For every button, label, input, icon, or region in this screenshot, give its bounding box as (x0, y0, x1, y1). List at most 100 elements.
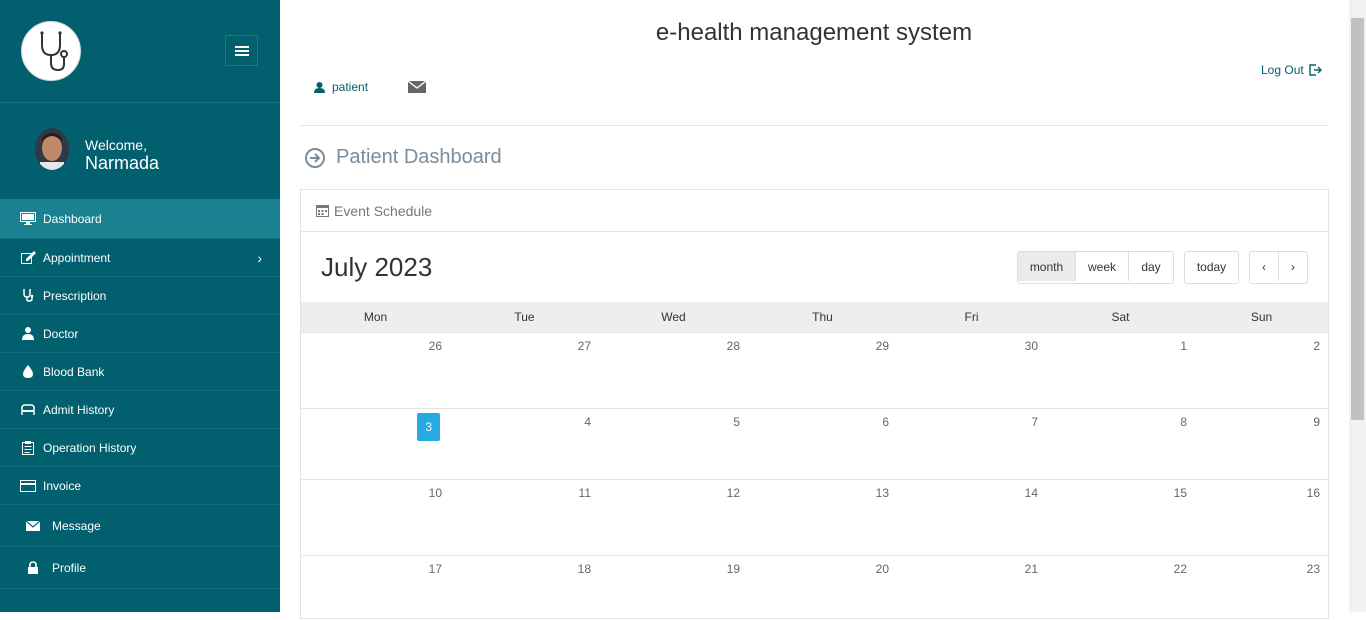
sidebar-item-invoice[interactable]: Invoice (0, 467, 280, 505)
calendar-day-cell[interactable]: 5 (599, 409, 748, 480)
today-group: today (1184, 251, 1239, 284)
user-menu-link[interactable]: patient (314, 80, 368, 94)
calendar-day-cell[interactable]: 15 (1046, 480, 1195, 556)
sidebar-item-message[interactable]: Message (0, 505, 280, 547)
calendar-icon (316, 205, 329, 217)
calendar-day-cell[interactable]: 8 (1046, 409, 1195, 480)
sidebar-item-label: Dashboard (43, 211, 102, 226)
drop-icon (19, 365, 37, 379)
sidebar-item-label: Admit History (43, 402, 115, 417)
arrow-circle-right-icon (305, 147, 325, 168)
sign-out-icon (1309, 64, 1322, 76)
weekday-label: Mon (363, 310, 388, 324)
calendar-day-cell[interactable]: 28 (599, 333, 748, 409)
divider (300, 125, 1328, 126)
calendar-day-cell[interactable]: 10 (301, 480, 450, 556)
month-view-button[interactable]: month (1018, 252, 1076, 281)
day-view-button[interactable]: day (1129, 252, 1173, 281)
calendar-day-cell[interactable]: 21 (897, 556, 1046, 620)
credit-card-icon (19, 479, 37, 493)
calendar-day-cell[interactable]: 1 (1046, 333, 1195, 409)
envelope-icon (407, 80, 427, 93)
envelope-icon (24, 519, 42, 533)
calendar-day-cell[interactable]: 11 (450, 480, 599, 556)
calendar-week-row: 17 18 19 20 21 22 23 (301, 555, 1328, 620)
sidebar-item-doctor[interactable]: Doctor (0, 315, 280, 353)
calendar-week-row: 10 11 12 13 14 15 16 (301, 479, 1328, 556)
app-title: e-health management system (655, 19, 973, 46)
user-icon (314, 81, 325, 93)
sidebar-item-admit-history[interactable]: Admit History (0, 391, 280, 429)
menu-toggle-button[interactable] (225, 35, 258, 66)
sidebar: Welcome, Narmada Dashboard Appointment ›… (0, 0, 280, 612)
avatar (35, 128, 69, 170)
user-name: Narmada (85, 153, 160, 173)
calendar-day-cell[interactable]: 29 (748, 333, 897, 409)
view-switcher: month week day (1017, 251, 1174, 284)
panel-title: Event Schedule (334, 202, 433, 219)
calendar-day-cell[interactable]: 9 (1195, 409, 1328, 480)
calendar-day-cell[interactable]: 14 (897, 480, 1046, 556)
calendar-day-cell[interactable]: 6 (748, 409, 897, 480)
weekday-label: Fri (964, 310, 979, 324)
calendar-day-cell[interactable]: 27 (450, 333, 599, 409)
calendar-day-cell[interactable]: 2 (1195, 333, 1328, 409)
calendar-day-cell[interactable]: 13 (748, 480, 897, 556)
calendar-day-cell[interactable]: 18 (450, 556, 599, 620)
calendar-day-cell[interactable]: 12 (599, 480, 748, 556)
edit-icon (19, 251, 37, 265)
calendar-day-cell[interactable]: 22 (1046, 556, 1195, 620)
divider (0, 102, 280, 103)
weekday-header: Mon Tue Wed Thu Fri Sat Sun (301, 302, 1328, 332)
calendar-day-cell[interactable]: 23 (1195, 556, 1328, 620)
chevron-right-icon: › (257, 249, 262, 266)
monitor-icon (19, 212, 37, 226)
sidebar-item-label: Appointment (43, 250, 111, 265)
next-button[interactable]: › (1279, 252, 1307, 281)
mail-link[interactable] (407, 80, 427, 98)
calendar-day-cell[interactable]: 30 (897, 333, 1046, 409)
welcome-text: Welcome, (85, 137, 147, 153)
sidebar-item-blood-bank[interactable]: Blood Bank (0, 353, 280, 391)
sidebar-item-dashboard[interactable]: Dashboard (0, 199, 280, 239)
sidebar-item-profile[interactable]: Profile (0, 547, 280, 589)
weekday-label: Thu (812, 310, 833, 324)
sidebar-item-prescription[interactable]: Prescription (0, 277, 280, 315)
lock-icon (24, 561, 42, 575)
calendar-week-row: 26 27 28 29 30 1 2 (301, 332, 1328, 409)
calendar-week-row: 3 4 5 6 7 8 9 (301, 408, 1328, 480)
calendar-month-title: July 2023 (321, 252, 433, 282)
sidebar-item-label: Message (52, 518, 101, 533)
sidebar-item-label: Prescription (43, 288, 107, 303)
week-view-button[interactable]: week (1076, 252, 1129, 281)
scrollbar-thumb[interactable] (1351, 18, 1364, 420)
weekday-label: Sat (1111, 310, 1130, 324)
calendar-day-cell[interactable]: 20 (748, 556, 897, 620)
panel-header: Event Schedule (301, 190, 1328, 232)
calendar-day-cell[interactable]: 16 (1195, 480, 1328, 556)
prev-button[interactable]: ‹ (1250, 252, 1279, 281)
sidebar-item-label: Profile (52, 560, 87, 575)
sidebar-item-label: Doctor (43, 326, 79, 341)
logout-link[interactable]: Log Out (1261, 63, 1322, 77)
calendar-day-cell-today[interactable]: 3 (301, 409, 440, 480)
calendar-day-cell[interactable]: 26 (301, 333, 450, 409)
user-menu-label: patient (332, 80, 369, 94)
sidebar-item-appointment[interactable]: Appointment › (0, 239, 280, 277)
doctor-icon (19, 327, 37, 341)
calendar-day-cell[interactable]: 19 (599, 556, 748, 620)
today-button[interactable]: today (1185, 252, 1238, 281)
stethoscope-icon (19, 289, 37, 303)
calendar-day-cell[interactable]: 7 (897, 409, 1046, 480)
page-title-text: Patient Dashboard (336, 146, 502, 168)
sidebar-item-label: Operation History (43, 440, 137, 455)
page-scrollbar[interactable] (1349, 0, 1366, 612)
stethoscope-logo-icon[interactable] (21, 21, 81, 81)
hamburger-icon (234, 45, 249, 56)
weekday-label: Sun (1250, 310, 1273, 324)
page-title: Patient Dashboard (304, 146, 502, 169)
sidebar-item-operation-history[interactable]: Operation History (0, 429, 280, 467)
calendar-day-cell[interactable]: 17 (301, 556, 450, 620)
pager-group: ‹ › (1249, 251, 1308, 284)
calendar-day-cell[interactable]: 4 (440, 409, 599, 480)
